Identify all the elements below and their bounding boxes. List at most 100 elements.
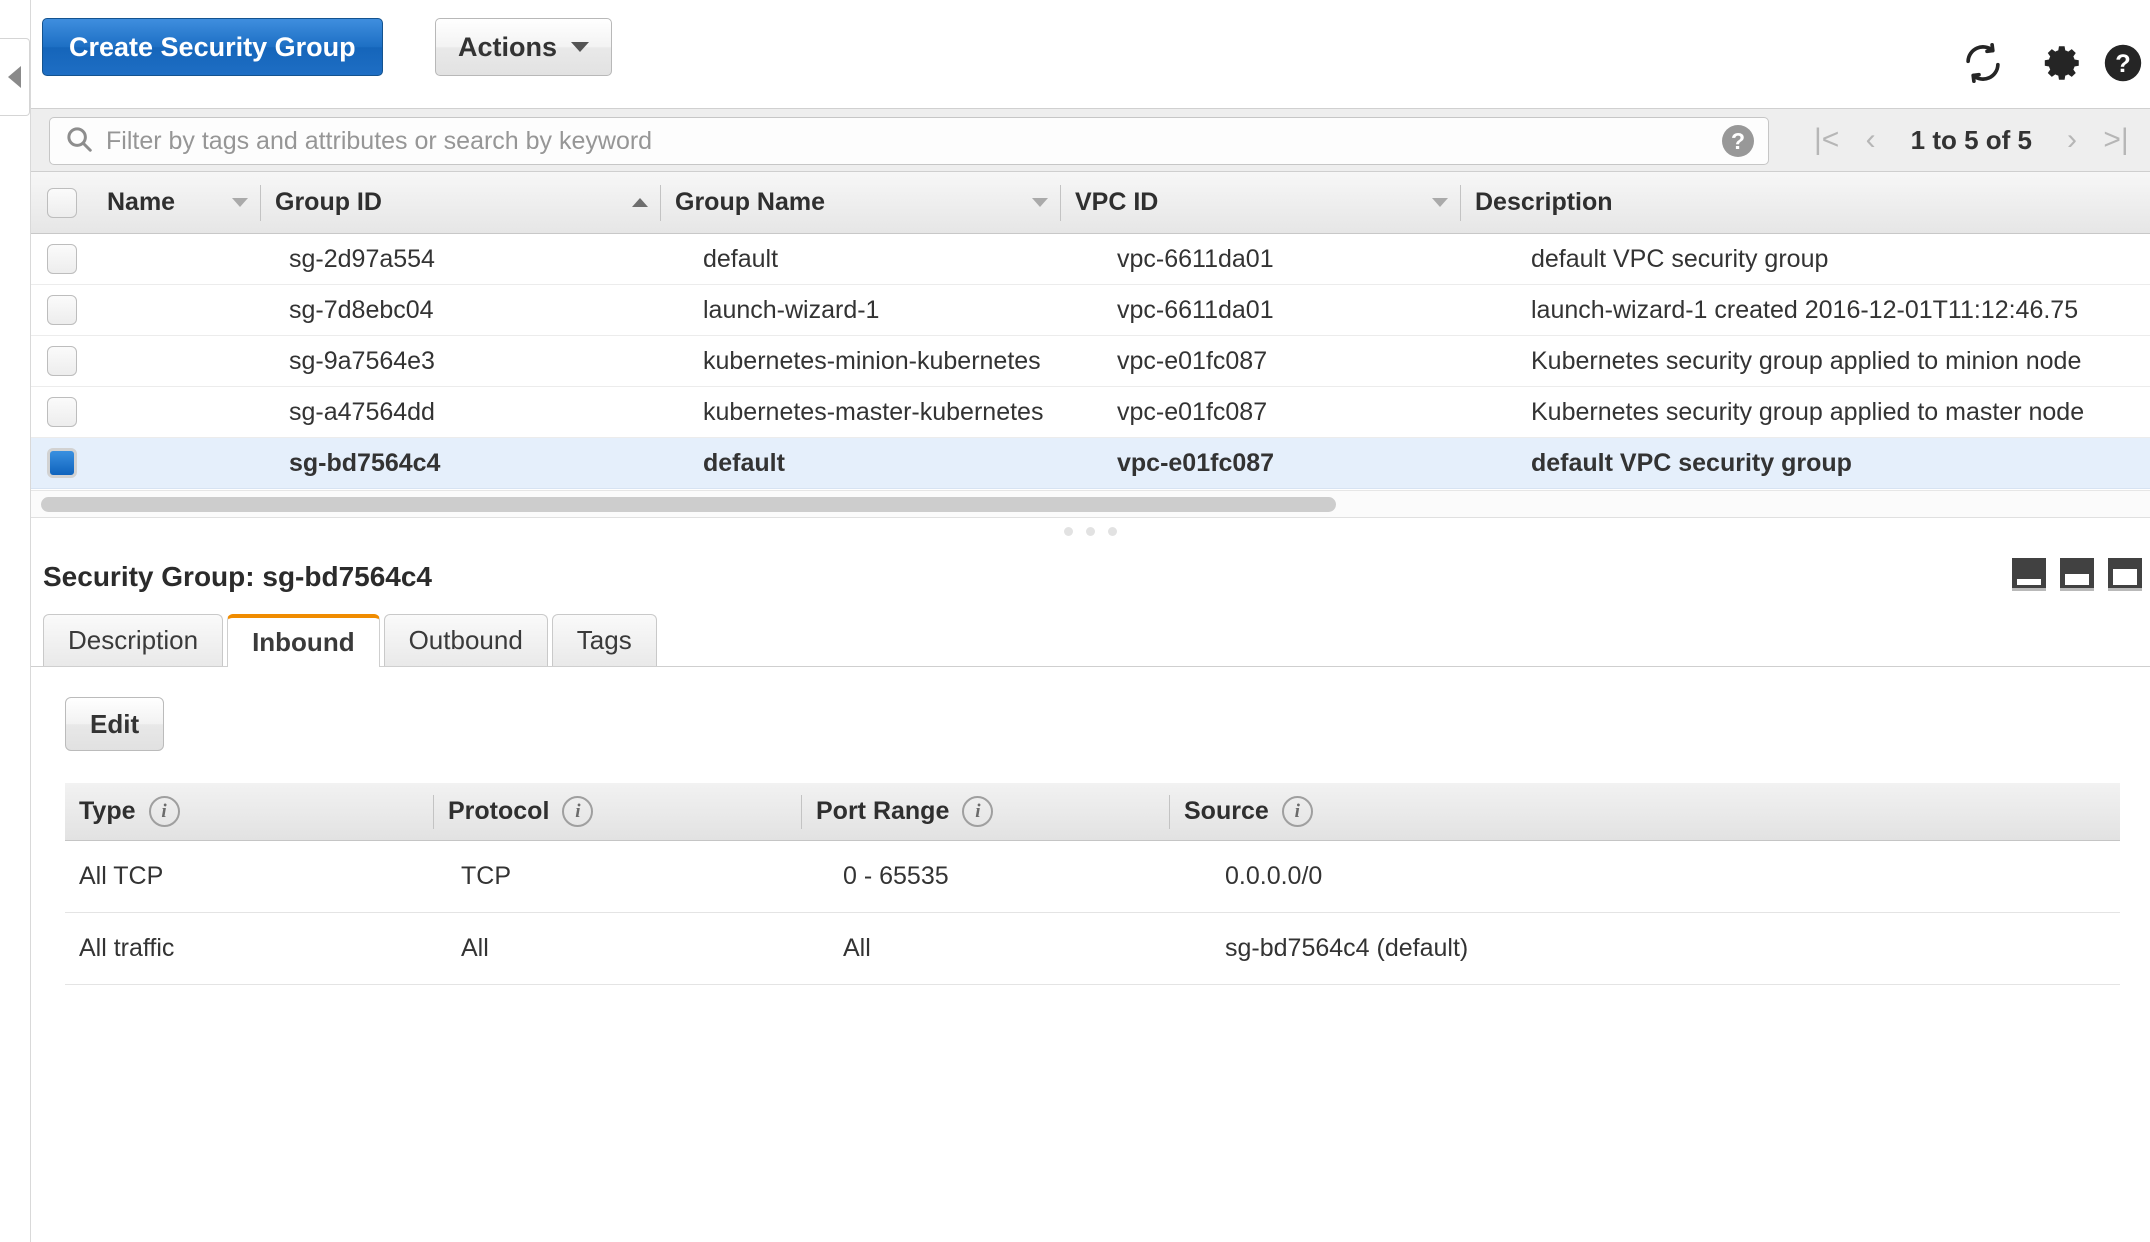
info-icon[interactable]: i [562,796,594,827]
cell-description: launch-wizard-1 created 2016-12-01T11:12… [1531,295,2079,324]
edit-button[interactable]: Edit [65,697,165,751]
cell-vpc-id: vpc-6611da01 [1117,244,1274,273]
rule-cell-source: 0.0.0.0/0 [1225,862,1323,890]
cell-group-name: kubernetes-master-kubernetes [703,397,1044,426]
select-all-checkbox-cell [31,187,93,218]
chevron-left-icon [8,66,21,88]
panel-minimize-icon[interactable] [2012,558,2046,591]
rule-row: All TCP TCP 0 - 65535 0.0.0.0/0 [65,841,2120,913]
detail-panel: Security Group: sg-bd7564c4 Description … [31,544,2150,985]
row-checkbox[interactable] [47,448,77,478]
table-row-selected[interactable]: sg-bd7564c4 default vpc-e01fc087 default… [31,438,2150,489]
panel-size-controls [2012,558,2142,591]
detail-panel-title: Security Group: sg-bd7564c4 [43,561,433,592]
rules-column-type: Type i [65,795,433,829]
table-row[interactable]: sg-7d8ebc04 launch-wizard-1 vpc-6611da01… [31,285,2150,336]
edit-button-label: Edit [90,708,140,739]
help-circle-icon[interactable]: ? [2102,42,2144,89]
cell-group-id: sg-a47564dd [289,397,435,426]
column-header-group-id[interactable]: Group ID [261,184,661,221]
tab-tags-label: Tags [576,625,632,655]
row-checkbox[interactable] [47,295,77,325]
row-checkbox[interactable] [47,244,77,274]
cell-description: default VPC security group [1531,448,1852,477]
pagination-range-label: 1 to 5 of 5 [1910,124,2032,155]
pagination-next-button[interactable]: › [2052,120,2092,160]
detail-tabs: Description Inbound Outbound Tags [31,610,2150,667]
pagination-last-button[interactable]: >| [2096,120,2136,160]
rules-column-port-range: Port Range i [801,794,1169,829]
row-checkbox[interactable] [47,397,77,427]
cell-group-id: sg-7d8ebc04 [289,295,434,324]
column-header-name-label: Name [107,188,176,216]
column-header-group-id-label: Group ID [275,188,382,216]
search-help-icon[interactable]: ? [1722,125,1754,157]
sidebar-collapse-toggle[interactable] [0,38,30,116]
cell-group-id: sg-bd7564c4 [289,448,441,477]
table-row[interactable]: sg-9a7564e3 kubernetes-minion-kubernetes… [31,336,2150,387]
sort-indicator-group-name[interactable] [1032,198,1048,207]
horizontal-scrollbar-thumb[interactable] [41,497,1336,512]
column-header-vpc-id-label: VPC ID [1075,188,1159,216]
pagination-prev-button[interactable]: ‹ [1851,120,1891,160]
inbound-rules-table: Type i Protocol i Port Range i Source i [65,783,2120,985]
horizontal-scrollbar[interactable] [31,490,2150,518]
tab-description[interactable]: Description [43,614,224,666]
rule-row: All traffic All All sg-bd7564c4 (default… [65,913,2120,985]
rules-column-source-label: Source [1184,797,1269,825]
rule-cell-source: sg-bd7564c4 (default) [1225,934,1469,962]
actions-button[interactable]: Actions [435,18,613,76]
gear-icon[interactable] [2042,42,2084,89]
column-header-description[interactable]: Description [1461,185,2150,221]
table-row[interactable]: sg-a47564dd kubernetes-master-kubernetes… [31,387,2150,438]
pagination: |< ‹ 1 to 5 of 5 › >| [1807,109,2136,171]
main-content: Create Security Group Actions ? Filter b… [31,0,2150,1242]
search-field-container[interactable]: ? [49,117,1769,165]
cell-group-id: sg-2d97a554 [289,244,435,273]
grip-dot-icon [1064,526,1073,536]
chevron-down-icon [571,42,590,52]
panel-maximize-icon[interactable] [2108,558,2142,591]
pagination-first-button[interactable]: |< [1807,120,1847,160]
sort-indicator-group-id[interactable] [632,198,648,207]
grip-dot-icon [1086,526,1095,536]
tab-description-label: Description [68,625,199,655]
rules-column-protocol: Protocol i [433,794,801,829]
column-header-vpc-id[interactable]: VPC ID [1061,184,1461,221]
rule-cell-type: All traffic [79,934,175,962]
inbound-tab-panel: Edit Type i Protocol i Port Range i Sour… [31,667,2150,985]
detail-panel-header: Security Group: sg-bd7564c4 [31,544,2150,610]
create-security-group-button[interactable]: Create Security Group [42,18,383,76]
sort-indicator-vpc-id[interactable] [1432,198,1448,207]
select-all-checkbox[interactable] [47,187,77,218]
cell-vpc-id: vpc-e01fc087 [1117,448,1275,477]
search-input[interactable] [106,126,1722,156]
refresh-icon[interactable] [1962,42,2004,89]
search-icon [64,124,94,159]
info-icon[interactable]: i [962,796,994,827]
svg-text:?: ? [2115,50,2131,78]
info-icon[interactable]: i [148,796,180,827]
cell-group-name: default [703,244,779,273]
tab-inbound[interactable]: Inbound [227,614,380,667]
column-header-name[interactable]: Name [93,184,261,221]
panel-resize-handle[interactable] [31,518,2150,544]
panel-medium-icon[interactable] [2060,558,2094,591]
row-checkbox-cell [31,397,93,427]
create-security-group-label: Create Security Group [69,31,356,62]
table-row[interactable]: sg-2d97a554 default vpc-6611da01 default… [31,234,2150,285]
rules-column-protocol-label: Protocol [448,797,550,825]
row-checkbox[interactable] [47,346,77,376]
column-header-group-name[interactable]: Group Name [661,184,1061,221]
cell-group-name: kubernetes-minion-kubernetes [703,346,1041,375]
rule-cell-protocol: TCP [461,862,511,890]
left-rail [0,0,31,1242]
table-header-row: Name Group ID Group Name VPC ID Descript… [31,172,2150,234]
tab-tags[interactable]: Tags [551,614,657,666]
cell-description: Kubernetes security group applied to mas… [1531,397,2085,426]
cell-description: Kubernetes security group applied to min… [1531,346,2082,375]
sort-indicator-name[interactable] [232,198,248,207]
rules-column-source: Source i [1169,794,2120,829]
tab-outbound[interactable]: Outbound [383,614,548,666]
info-icon[interactable]: i [1281,796,1313,827]
